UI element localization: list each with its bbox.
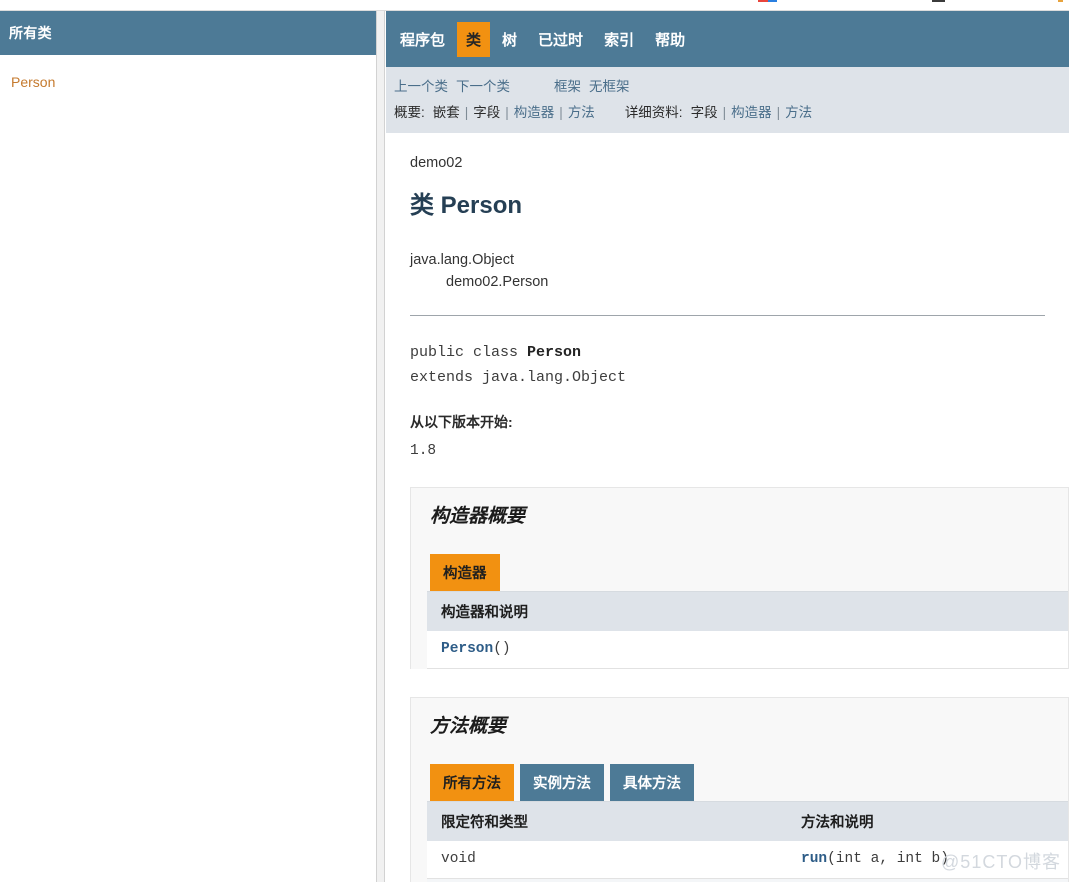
method-summary-block: 方法概要 所有方法 实例方法 具体方法 限定符和类型 方法和说明 void ru…	[410, 697, 1069, 882]
separator: |	[464, 105, 469, 120]
chrome-fragment-red	[758, 0, 768, 2]
column-header-method-description: 方法和说明	[801, 815, 874, 831]
separator: |	[722, 105, 727, 120]
detail-label: 详细资料:	[624, 105, 683, 120]
class-title-prefix: 类	[410, 192, 434, 219]
method-signature-cell: run(int a, int b)	[787, 841, 1068, 878]
package-name: demo02	[410, 155, 463, 171]
constructor-summary-block: 构造器概要 构造器 构造器和说明 Person()	[410, 487, 1069, 669]
horizontal-rule	[410, 315, 1045, 316]
frame-divider-scrollbar[interactable]	[376, 11, 385, 882]
constructor-table: 构造器和说明 Person()	[427, 591, 1068, 669]
separator: |	[776, 105, 781, 120]
separator: |	[559, 105, 563, 120]
next-class-link[interactable]: 下一个类	[456, 75, 510, 98]
chrome-fragment-orange	[1058, 0, 1063, 2]
tab-all-methods[interactable]: 所有方法	[430, 764, 514, 801]
no-frames-link[interactable]: 无框架	[589, 75, 630, 98]
all-classes-header: 所有类	[0, 11, 376, 55]
nav-item-help[interactable]: 帮助	[646, 22, 694, 57]
inheritance-level-0: java.lang.Object	[410, 252, 514, 268]
chrome-fragment-blue	[768, 0, 777, 2]
all-classes-title: 所有类	[9, 25, 52, 41]
summary-label: 概要:	[394, 105, 425, 120]
constructor-table-header: 构造器和说明	[427, 592, 1068, 631]
table-row: Person()	[427, 631, 1068, 669]
browser-chrome-strip	[0, 0, 1069, 11]
method-table: 限定符和类型 方法和说明 void run(int a, int b)	[427, 801, 1068, 882]
subnav-row-summary-detail: 概要: 嵌套 | 字段 | 构造器 | 方法 详细资料: 字段 | 构造器 | …	[391, 98, 1069, 124]
sub-navigation-bar: 上一个类 下一个类 框架 无框架 概要: 嵌套 | 字段 | 构造器 | 方法 …	[386, 67, 1069, 133]
subnav-row-prev-next: 上一个类 下一个类 框架 无框架	[391, 75, 1069, 98]
frames-link[interactable]: 框架	[554, 75, 581, 98]
tab-concrete-methods[interactable]: 具体方法	[610, 764, 694, 801]
table-row: void run(int a, int b)	[427, 841, 1068, 879]
summary-link-constructor[interactable]: 构造器	[514, 101, 555, 124]
constructor-summary-heading: 构造器概要	[430, 506, 526, 527]
constructor-signature: ()	[493, 641, 511, 657]
all-classes-list: Person	[0, 55, 376, 93]
summary-link-nested[interactable]: 嵌套	[433, 101, 460, 124]
method-tab-row: 所有方法 实例方法 具体方法	[427, 764, 1068, 801]
method-modifier-cell: void	[441, 851, 476, 867]
class-doc-frame: 程序包 类 树 已过时 索引 帮助 上一个类 下一个类 框架 无框架 概要: 嵌…	[386, 11, 1069, 882]
detail-link-method[interactable]: 方法	[785, 101, 812, 124]
detail-link-field[interactable]: 字段	[691, 101, 718, 124]
method-table-header: 限定符和类型 方法和说明	[427, 802, 1068, 841]
method-summary-heading: 方法概要	[430, 716, 507, 737]
chrome-fragment-dark	[932, 0, 945, 2]
nav-item-packages[interactable]: 程序包	[391, 22, 454, 57]
declaration-line-2: extends java.lang.Object	[410, 369, 627, 386]
declaration-modifiers: public class	[410, 344, 528, 361]
constructor-cell: Person()	[427, 631, 1068, 668]
tab-instance-methods[interactable]: 实例方法	[520, 764, 604, 801]
summary-link-method[interactable]: 方法	[568, 101, 595, 124]
constructor-tab-row: 构造器	[427, 554, 1068, 591]
nav-item-deprecated[interactable]: 已过时	[529, 22, 592, 57]
declaration-class-name: Person	[527, 344, 582, 361]
column-header-constructor-description: 构造器和说明	[441, 605, 528, 621]
prev-class-link[interactable]: 上一个类	[394, 75, 448, 98]
all-classes-frame: 所有类 Person	[0, 11, 376, 882]
class-declaration: public class Person extends java.lang.Ob…	[410, 340, 1069, 390]
separator: |	[505, 105, 509, 120]
tab-constructors[interactable]: 构造器	[430, 554, 500, 591]
nav-item-index[interactable]: 索引	[595, 22, 643, 57]
class-doc-body: demo02 类 Person java.lang.Object demo02.…	[386, 133, 1069, 459]
inheritance-level-1: demo02.Person	[446, 274, 549, 290]
declaration-line-1: public class Person	[410, 340, 1069, 365]
constructor-link-person[interactable]: Person	[441, 641, 493, 657]
page-title: 类 Person	[410, 191, 1069, 221]
since-value: 1.8	[410, 443, 437, 459]
method-link-run[interactable]: run	[801, 851, 827, 867]
summary-link-field[interactable]: 字段	[473, 101, 500, 124]
class-link-person[interactable]: Person	[11, 71, 376, 93]
nav-item-tree[interactable]: 树	[493, 22, 526, 57]
top-navigation-bar: 程序包 类 树 已过时 索引 帮助	[386, 11, 1069, 67]
inheritance-tree: java.lang.Object demo02.Person	[410, 249, 1069, 293]
detail-link-constructor[interactable]: 构造器	[731, 101, 772, 124]
class-title-name: Person	[440, 192, 523, 219]
method-signature: (int a, int b)	[827, 851, 949, 867]
column-header-modifier-type: 限定符和类型	[441, 815, 528, 831]
nav-item-class[interactable]: 类	[457, 21, 491, 57]
javadoc-page: 所有类 Person 程序包 类 树 已过时 索引 帮助 上一个类 下一个类 框…	[0, 0, 1069, 882]
since-label: 从以下版本开始:	[410, 414, 513, 430]
